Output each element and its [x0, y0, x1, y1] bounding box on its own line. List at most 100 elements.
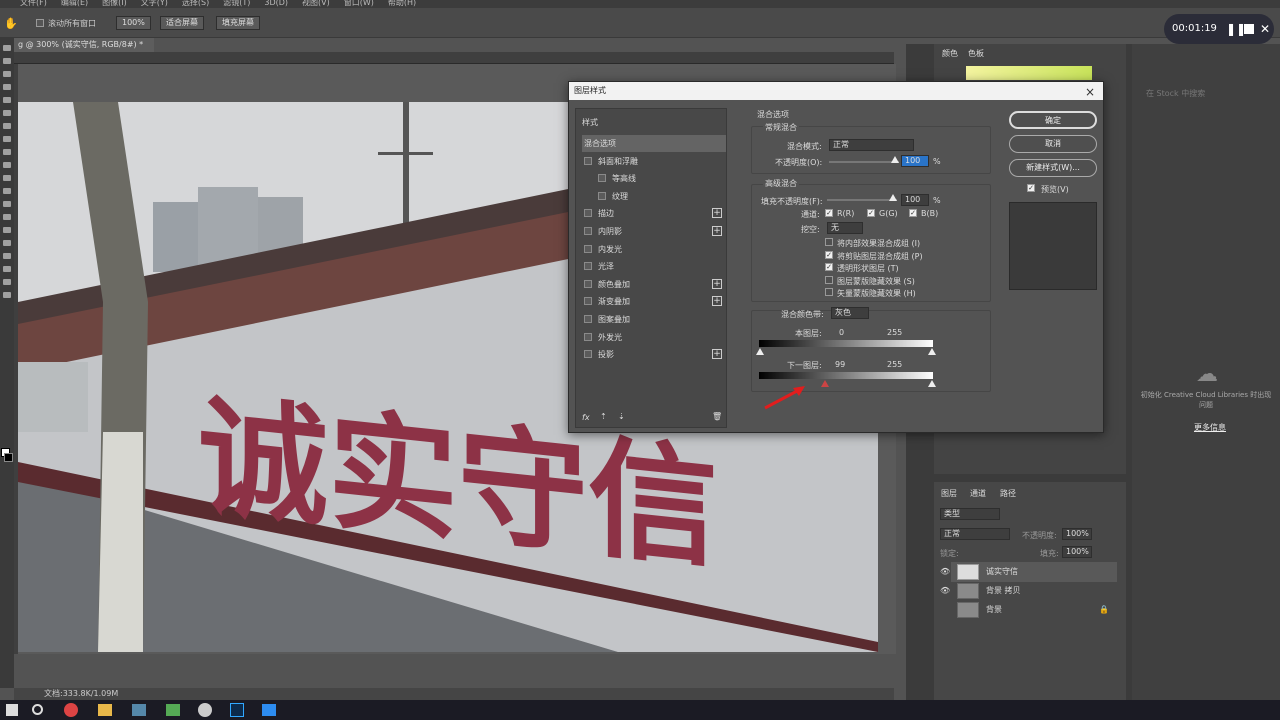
photoshop-icon[interactable] — [230, 703, 244, 717]
app-icon[interactable] — [262, 704, 276, 716]
scroll-all-checkbox[interactable] — [36, 19, 44, 27]
layer-fill-input[interactable]: 100% — [1062, 546, 1092, 558]
layer-opacity-input[interactable]: 100% — [1062, 528, 1092, 540]
style-item[interactable]: 外发光 — [582, 329, 726, 346]
preview-checkbox[interactable]: ✓ — [1027, 184, 1035, 192]
style-checkbox[interactable] — [584, 209, 592, 218]
layer-filter-dropdown[interactable]: 类型 — [940, 508, 1000, 520]
menu-item[interactable]: 文件(F) — [20, 0, 47, 8]
knockout-dropdown[interactable]: 无 — [827, 222, 863, 234]
move-down-icon[interactable]: ⇣ — [618, 412, 625, 421]
fit-screen-button[interactable]: 适合屏幕 — [160, 16, 204, 30]
option-checkbox[interactable] — [825, 288, 833, 296]
style-checkbox[interactable] — [584, 332, 592, 341]
add-style-icon[interactable]: + — [712, 349, 722, 360]
search-icon[interactable] — [32, 704, 43, 715]
style-checkbox[interactable] — [598, 191, 606, 200]
new-style-button[interactable]: 新建样式(W)... — [1009, 159, 1097, 177]
channel-r-checkbox[interactable]: ✓ — [825, 209, 833, 217]
menu-item[interactable]: 文字(Y) — [141, 0, 168, 8]
tab-paths[interactable]: 路径 — [1000, 488, 1016, 499]
add-style-icon[interactable]: + — [712, 278, 722, 289]
style-checkbox[interactable] — [584, 350, 592, 359]
menu-item[interactable]: 选择(S) — [182, 0, 209, 8]
visibility-eye-icon[interactable]: 👁 — [940, 581, 950, 601]
style-item[interactable]: 渐变叠加 + — [582, 293, 726, 310]
add-style-icon[interactable]: + — [712, 226, 722, 236]
eraser-tool-icon[interactable] — [3, 175, 11, 181]
move-tool-icon[interactable] — [3, 45, 11, 51]
style-checkbox[interactable] — [584, 315, 592, 323]
fill-screen-button[interactable]: 填充屏幕 — [216, 16, 260, 30]
layer-row-bg[interactable]: 背景 🔒 — [951, 600, 1117, 620]
app-icon[interactable] — [132, 704, 146, 716]
fill-opacity-slider-handle[interactable] — [889, 194, 897, 201]
style-item[interactable]: 光泽 — [582, 258, 726, 275]
quick-select-tool-icon[interactable] — [3, 84, 11, 90]
delete-icon[interactable]: 🗑 — [712, 412, 722, 421]
swatches-tab[interactable]: 色板 — [968, 48, 984, 59]
under-layer-black-handle[interactable] — [821, 380, 829, 387]
shape-tool-icon[interactable] — [3, 266, 11, 272]
menu-item[interactable]: 视图(V) — [302, 0, 330, 8]
blur-tool-icon[interactable] — [3, 201, 11, 207]
close-icon[interactable]: × — [1085, 83, 1095, 101]
style-item[interactable]: 等高线 — [582, 170, 726, 187]
layer-row-text[interactable]: 👁 诚实守信 — [940, 562, 1117, 582]
blend-mode-dropdown[interactable]: 正常 — [829, 139, 914, 151]
layer-row-bg-copy[interactable]: 👁 背景 拷贝 — [940, 581, 1117, 601]
windows-start-icon[interactable] — [6, 704, 18, 716]
style-item[interactable]: 混合选项 — [582, 135, 726, 152]
style-item[interactable]: 颜色叠加 + — [582, 276, 726, 293]
pen-tool-icon[interactable] — [3, 227, 11, 233]
add-style-icon[interactable]: + — [712, 208, 722, 219]
menu-item[interactable]: 图像(I) — [102, 0, 127, 8]
style-item[interactable]: 纹理 — [582, 188, 726, 205]
fill-opacity-input[interactable]: 100 — [901, 194, 929, 206]
style-checkbox[interactable] — [584, 244, 592, 253]
stock-search-input[interactable]: 在 Stock 中搜索 — [1146, 88, 1205, 99]
visibility-eye-icon[interactable]: 👁 — [940, 562, 950, 582]
fill-opacity-slider[interactable] — [827, 199, 897, 201]
close-icon[interactable]: ✕ — [1260, 14, 1270, 44]
style-checkbox[interactable] — [598, 174, 606, 183]
opacity-input[interactable]: 100 — [901, 155, 929, 167]
cancel-button[interactable]: 取消 — [1009, 135, 1097, 153]
healing-tool-icon[interactable] — [3, 123, 11, 129]
zoom-100-button[interactable]: 100% — [116, 16, 151, 30]
dodge-tool-icon[interactable] — [3, 214, 11, 220]
menu-item[interactable]: 编辑(E) — [61, 0, 88, 8]
marquee-tool-icon[interactable] — [3, 58, 11, 64]
app-icon[interactable] — [166, 704, 180, 716]
this-layer-white-handle[interactable] — [928, 348, 936, 355]
type-tool-icon[interactable] — [3, 240, 11, 246]
stamp-tool-icon[interactable] — [3, 149, 11, 155]
eyedropper-tool-icon[interactable] — [3, 110, 11, 116]
style-checkbox[interactable] — [584, 279, 592, 288]
color-tab[interactable]: 颜色 — [942, 48, 958, 59]
option-checkbox[interactable]: ✓ — [825, 263, 833, 271]
tab-layers[interactable]: 图层 — [941, 488, 957, 499]
channel-b-checkbox[interactable]: ✓ — [909, 209, 917, 217]
this-layer-black-handle[interactable] — [756, 348, 764, 355]
style-item[interactable]: 内阴影 + — [582, 223, 726, 240]
style-item[interactable]: 图案叠加 — [582, 311, 726, 328]
opacity-slider[interactable] — [829, 161, 899, 163]
this-layer-gradient[interactable] — [759, 340, 933, 347]
stop-icon[interactable] — [1244, 24, 1254, 34]
background-color-swatch[interactable] — [4, 453, 13, 462]
layer-blend-dropdown[interactable]: 正常 — [940, 528, 1010, 540]
under-layer-gradient[interactable] — [759, 372, 933, 379]
styles-header[interactable]: 样式 — [582, 117, 598, 128]
crop-tool-icon[interactable] — [3, 97, 11, 103]
brush-tool-icon[interactable] — [3, 136, 11, 142]
recording-widget[interactable]: 00:01:19 ❚❚ ✕ — [1164, 14, 1274, 44]
more-info-link[interactable]: 更多信息 — [1194, 422, 1226, 433]
opacity-slider-handle[interactable] — [891, 156, 899, 163]
under-layer-white-handle[interactable] — [928, 380, 936, 387]
color-spectrum[interactable] — [966, 66, 1092, 80]
hand-tool-icon[interactable] — [3, 279, 11, 285]
chrome-icon[interactable] — [64, 703, 78, 717]
app-icon[interactable] — [198, 703, 212, 717]
channel-g-checkbox[interactable]: ✓ — [867, 209, 875, 217]
